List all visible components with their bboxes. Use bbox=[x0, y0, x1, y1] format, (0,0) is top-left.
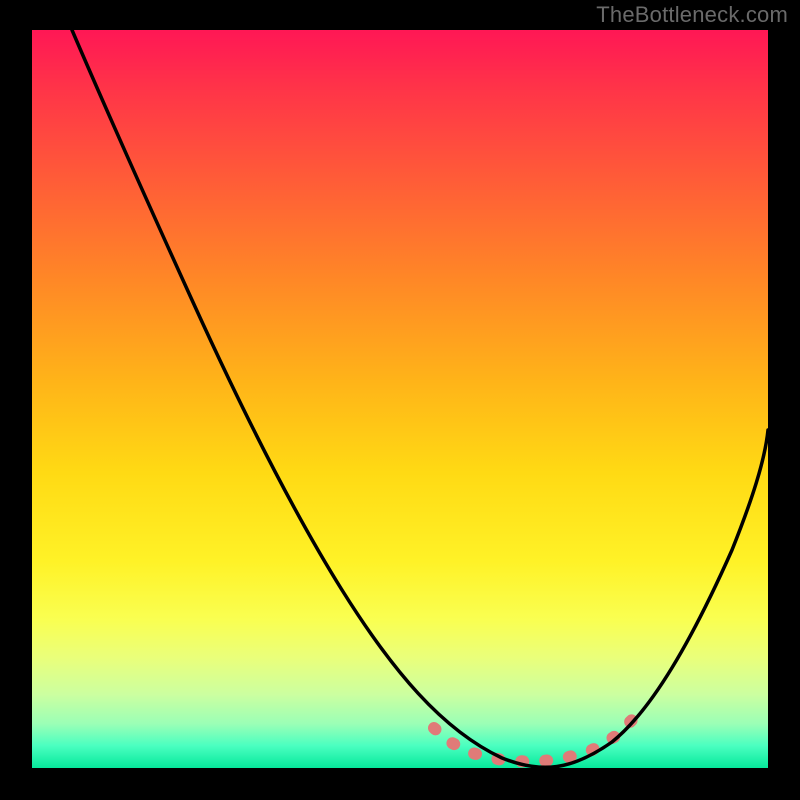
watermark-text: TheBottleneck.com bbox=[596, 2, 788, 28]
sweet-spot-dots bbox=[434, 720, 632, 762]
plot-area bbox=[32, 30, 768, 768]
bottleneck-curve bbox=[32, 30, 768, 768]
chart-frame: TheBottleneck.com bbox=[0, 0, 800, 800]
bottleneck-curve-line bbox=[72, 30, 768, 767]
